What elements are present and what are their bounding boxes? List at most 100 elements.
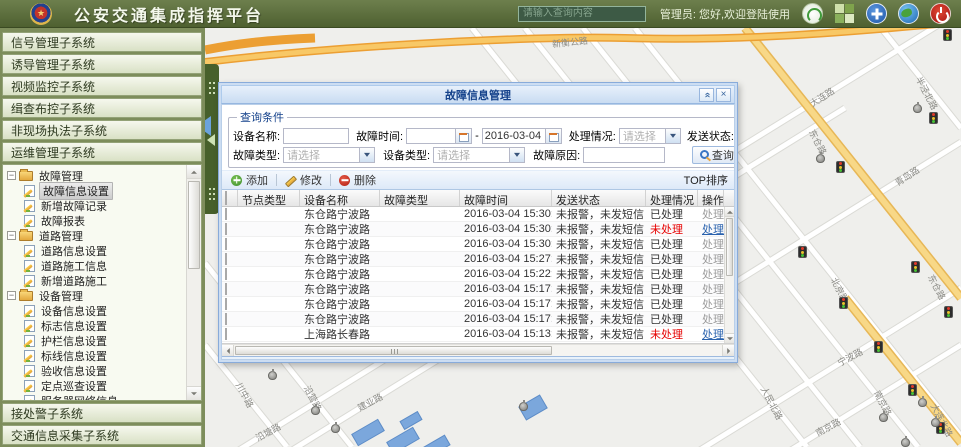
tree-folder[interactable]: −道路管理 bbox=[6, 228, 201, 243]
camera-dome-icon[interactable] bbox=[901, 438, 910, 447]
page-number-input[interactable] bbox=[287, 360, 313, 361]
first-page-button[interactable] bbox=[227, 359, 243, 361]
next-page-button[interactable] bbox=[393, 359, 409, 361]
global-search-input[interactable] bbox=[518, 6, 646, 22]
chevron-down-icon[interactable] bbox=[509, 148, 524, 162]
scroll-left-icon[interactable] bbox=[222, 345, 234, 356]
column-header-2[interactable]: 故障类型 bbox=[380, 190, 460, 206]
sidebar-collapse-handle[interactable] bbox=[205, 64, 219, 214]
table-row[interactable]: 东仓路宁波路2016-03-04 15:30:00未报警，未发短信已处理处理 bbox=[222, 207, 734, 222]
row-checkbox[interactable] bbox=[225, 223, 227, 235]
sidebar-panel-4[interactable]: 非现场执法子系统 bbox=[2, 120, 202, 140]
modify-button[interactable]: 修改 bbox=[282, 172, 325, 188]
tree-item[interactable]: 标线信息设置 bbox=[6, 348, 201, 363]
top-sort-label[interactable]: TOP排序 bbox=[684, 172, 728, 188]
camera-dome-icon[interactable] bbox=[519, 402, 528, 411]
traffic-light-icon[interactable] bbox=[908, 384, 917, 396]
traffic-light-icon[interactable] bbox=[836, 161, 845, 173]
camera-dome-icon[interactable] bbox=[931, 418, 940, 427]
tree-item[interactable]: 新增故障记录 bbox=[6, 198, 201, 213]
column-header-3[interactable]: 故障时间 bbox=[460, 190, 552, 206]
tree-item[interactable]: 定点巡查设置 bbox=[6, 378, 201, 393]
scroll-thumb[interactable] bbox=[726, 218, 733, 276]
traffic-light-icon[interactable] bbox=[911, 261, 920, 273]
table-row[interactable]: 上海路长春路2016-03-04 15:13:45未报警，未发短信未处理处理 bbox=[222, 327, 734, 342]
calendar-icon[interactable] bbox=[456, 128, 472, 144]
traffic-light-icon[interactable] bbox=[943, 29, 952, 41]
tree-toggle-icon[interactable]: − bbox=[7, 291, 16, 300]
recycle-icon[interactable] bbox=[802, 3, 823, 24]
row-checkbox[interactable] bbox=[225, 313, 227, 325]
table-row[interactable]: 东仓路宁波路2016-03-04 15:17:01未报警，未发短信已处理处理 bbox=[222, 282, 734, 297]
fault-type-select[interactable]: 请选择 bbox=[283, 147, 375, 163]
traffic-light-icon[interactable] bbox=[839, 297, 848, 309]
handle-action-link[interactable]: 处理 bbox=[698, 326, 724, 342]
sidebar-panel-5[interactable]: 运维管理子系统 bbox=[2, 142, 202, 162]
camera-dome-icon[interactable] bbox=[268, 371, 277, 380]
tree-folder[interactable]: −设备管理 bbox=[6, 288, 201, 303]
camera-dome-icon[interactable] bbox=[331, 424, 340, 433]
column-header-5[interactable]: 处理情况 bbox=[646, 190, 698, 206]
camera-dome-icon[interactable] bbox=[311, 406, 320, 415]
table-row[interactable]: 东仓路宁波路2016-03-04 15:30:00未报警，未发短信未处理处理 bbox=[222, 222, 734, 237]
scroll-up-icon[interactable] bbox=[187, 165, 201, 179]
row-checkbox[interactable] bbox=[225, 238, 227, 250]
column-header-4[interactable]: 发送状态 bbox=[552, 190, 646, 206]
grid-horizontal-scrollbar[interactable] bbox=[222, 344, 734, 356]
table-row[interactable]: 东仓路宁波路2016-03-04 15:27:00未报警，未发短信已处理处理 bbox=[222, 252, 734, 267]
column-header-6[interactable]: 操作 bbox=[698, 190, 724, 206]
table-row[interactable]: 东仓路宁波路2016-03-04 15:22:50未报警，未发短信已处理处理 bbox=[222, 267, 734, 282]
search-button[interactable]: 查询 bbox=[692, 146, 735, 164]
tree-item[interactable]: 新增道路施工 bbox=[6, 273, 201, 288]
tree-item[interactable]: 道路施工信息 bbox=[6, 258, 201, 273]
camera-dome-icon[interactable] bbox=[918, 398, 927, 407]
tree-toggle-icon[interactable]: − bbox=[7, 171, 16, 180]
camera-dome-icon[interactable] bbox=[913, 104, 922, 113]
scroll-down-icon[interactable] bbox=[725, 333, 734, 343]
tree-item[interactable]: 故障信息设置 bbox=[6, 183, 201, 198]
modal-close-icon[interactable]: × bbox=[716, 88, 731, 102]
column-header-0[interactable]: 节点类型 bbox=[238, 190, 300, 206]
row-checkbox[interactable] bbox=[225, 283, 227, 295]
table-row[interactable]: 东仓路宁波路2016-03-04 15:30:00未报警，未发短信已处理处理 bbox=[222, 237, 734, 252]
tree-item[interactable]: 护栏信息设置 bbox=[6, 333, 201, 348]
fault-reason-input[interactable] bbox=[583, 147, 665, 163]
prev-page-button[interactable] bbox=[247, 359, 263, 361]
fault-time-to-input[interactable] bbox=[482, 128, 546, 144]
tree-item[interactable]: 标志信息设置 bbox=[6, 318, 201, 333]
add-plus-icon[interactable] bbox=[866, 3, 887, 24]
tree-item[interactable]: 服务器网络信息 bbox=[6, 393, 201, 401]
tree-item[interactable]: 故障报表 bbox=[6, 213, 201, 228]
table-row[interactable]: 东仓路宁波路2016-03-04 15:17:01未报警，未发短信已处理处理 bbox=[222, 297, 734, 312]
tree-item[interactable]: 验收信息设置 bbox=[6, 363, 201, 378]
scroll-thumb[interactable] bbox=[235, 346, 552, 355]
select-all-checkbox[interactable] bbox=[225, 191, 227, 205]
sidebar-bottom-panel-1[interactable]: 交通信息采集子系统 bbox=[2, 425, 202, 445]
row-checkbox[interactable] bbox=[225, 208, 227, 220]
sidebar-bottom-panel-0[interactable]: 接处警子系统 bbox=[2, 403, 202, 423]
add-button[interactable]: 添加 bbox=[228, 172, 271, 188]
traffic-light-icon[interactable] bbox=[798, 246, 807, 258]
last-page-button[interactable] bbox=[413, 359, 429, 361]
sidebar-panel-2[interactable]: 视频监控子系统 bbox=[2, 76, 202, 96]
fault-time-from-input[interactable] bbox=[406, 128, 456, 144]
grid-vertical-scrollbar[interactable] bbox=[724, 207, 734, 343]
row-checkbox[interactable] bbox=[225, 268, 227, 280]
camera-dome-icon[interactable] bbox=[879, 413, 888, 422]
tree-toggle-icon[interactable]: − bbox=[7, 231, 16, 240]
scroll-up-icon[interactable] bbox=[725, 207, 734, 217]
scroll-right-icon[interactable] bbox=[722, 345, 734, 356]
tree-folder[interactable]: −故障管理 bbox=[6, 168, 201, 183]
row-checkbox[interactable] bbox=[225, 298, 227, 310]
device-type-select[interactable]: 请选择 bbox=[433, 147, 525, 163]
tree-scrollbar[interactable] bbox=[186, 165, 201, 400]
chevron-down-icon[interactable] bbox=[665, 129, 680, 143]
chevron-down-icon[interactable] bbox=[359, 148, 374, 162]
apps-grid-icon[interactable] bbox=[834, 3, 855, 24]
sidebar-panel-0[interactable]: 信号管理子系统 bbox=[2, 32, 202, 52]
modal-titlebar[interactable]: 故障信息管理 « × bbox=[221, 85, 735, 104]
table-row[interactable]: 东仓路宁波路2016-03-04 15:17:01未报警，未发短信已处理处理 bbox=[222, 312, 734, 327]
tree-item[interactable]: 设备信息设置 bbox=[6, 303, 201, 318]
scroll-thumb[interactable] bbox=[188, 181, 200, 269]
handle-action-link[interactable]: 处理 bbox=[698, 221, 724, 237]
